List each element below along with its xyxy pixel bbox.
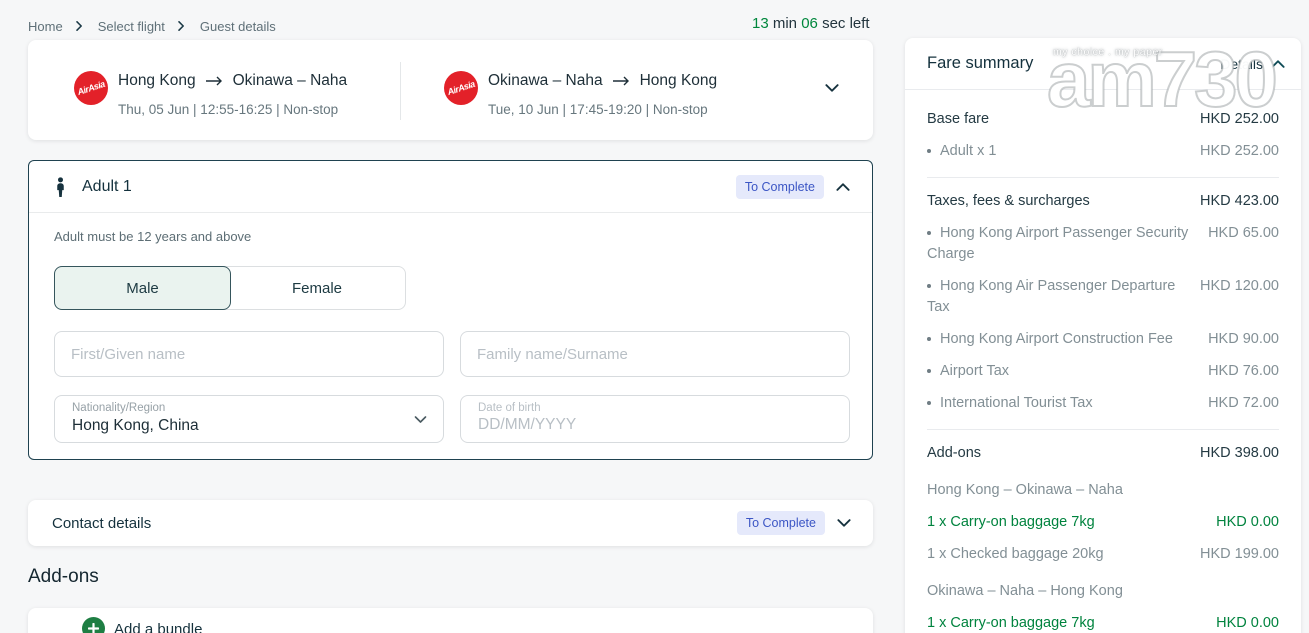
flight-segment-return: AirAsia Okinawa – Naha Hong Kong Tue, 10… [444, 40, 784, 140]
timer-min-label: min [773, 15, 797, 32]
divider [927, 177, 1279, 178]
age-requirement-note: Adult must be 12 years and above [54, 229, 251, 244]
origin-city: Hong Kong [118, 72, 196, 90]
fare-line-item: Adult x 1 HKD 252.00 [927, 141, 1279, 162]
fare-line-item: Hong Kong Airport Passenger Security Cha… [927, 223, 1279, 265]
timer-sec-label: sec left [822, 15, 870, 32]
male-button[interactable]: Male [54, 266, 231, 310]
chevron-down-icon [414, 416, 427, 424]
dob-label: Date of birth [478, 402, 541, 414]
flight-details: Thu, 05 Jun | 12:55-16:25 | Non-stop [118, 102, 338, 117]
fare-line-item: Hong Kong Air Passenger Departure Tax HK… [927, 276, 1279, 318]
family-name-input[interactable] [460, 331, 850, 377]
dob-input[interactable] [478, 416, 818, 434]
fare-line-item: Hong Kong Airport Construction Fee HKD 9… [927, 329, 1279, 350]
fare-summary-card: Fare summary Details am730 my choice . m… [905, 38, 1301, 633]
route-label: Hong Kong – Okinawa – Naha [927, 482, 1279, 498]
person-icon [53, 177, 68, 197]
guest-form-card: Adult 1 To Complete Adult must be 12 yea… [28, 160, 873, 460]
taxes-row: Taxes, fees & surcharges HKD 423.00 [927, 191, 1279, 212]
timer-seconds: 06 [801, 15, 818, 32]
destination-city: Hong Kong [640, 72, 718, 90]
countdown-timer: 13 min 06 sec left [752, 15, 870, 32]
section-title: Adult 1 [82, 178, 132, 196]
fare-details-toggle-label: Details [1220, 56, 1263, 72]
flight-summary-card[interactable]: AirAsia Hong Kong Okinawa – Naha Thu, 05… [28, 40, 873, 140]
fare-line-item: International Tourist Tax HKD 72.00 [927, 393, 1279, 414]
fare-line-item: 1 x Carry-on baggage 7kg HKD 0.00 [927, 512, 1279, 533]
breadcrumb: Home Select flight Guest details [28, 19, 276, 34]
divider [927, 429, 1279, 430]
flight-segment-outbound: AirAsia Hong Kong Okinawa – Naha Thu, 05… [74, 40, 404, 140]
chevron-down-icon[interactable] [837, 519, 851, 528]
fare-summary-header: Fare summary Details am730 my choice . m… [905, 38, 1301, 90]
segment-divider [400, 62, 401, 120]
addon-bundle-card[interactable]: Add a bundle [28, 608, 873, 633]
breadcrumb-home[interactable]: Home [28, 19, 63, 34]
destination-city: Okinawa – Naha [233, 72, 348, 90]
flight-route: Okinawa – Naha Hong Kong [488, 72, 717, 90]
chevron-up-icon[interactable] [1271, 59, 1285, 68]
breadcrumb-guest-details: Guest details [200, 19, 276, 34]
breadcrumb-separator-icon [76, 22, 85, 31]
section-title: Contact details [52, 515, 151, 532]
status-badge: To Complete [737, 511, 825, 535]
fare-summary-body: Base fare HKD 252.00 Adult x 1 HKD 252.0… [905, 90, 1301, 633]
chevron-up-icon[interactable] [836, 182, 850, 191]
arrow-right-icon [613, 76, 630, 86]
watermark-tagline: my choice . my paper [1053, 46, 1163, 58]
fare-line-item: Airport Tax HKD 76.00 [927, 361, 1279, 382]
arrow-right-icon [206, 76, 223, 86]
origin-city: Okinawa – Naha [488, 72, 603, 90]
adult1-section-header[interactable]: Adult 1 To Complete [29, 161, 872, 213]
fare-line-item: 1 x Carry-on baggage 7kg HKD 0.00 [927, 613, 1279, 633]
breadcrumb-select-flight[interactable]: Select flight [98, 19, 165, 34]
chevron-down-icon[interactable] [825, 84, 839, 93]
nationality-value: Hong Kong, China [72, 417, 199, 435]
fare-line-item: 1 x Checked baggage 20kg HKD 199.00 [927, 544, 1279, 565]
flight-details: Tue, 10 Jun | 17:45-19:20 | Non-stop [488, 102, 708, 117]
contact-details-card[interactable]: Contact details To Complete [28, 500, 873, 546]
nationality-select[interactable]: Nationality/Region Hong Kong, China [54, 395, 444, 443]
addons-heading: Add-ons [28, 566, 99, 588]
breadcrumb-separator-icon [178, 22, 187, 31]
contact-section-header[interactable]: Contact details To Complete [28, 500, 873, 546]
status-badge: To Complete [736, 175, 824, 199]
fare-details-toggle[interactable]: Details [1220, 56, 1285, 72]
nationality-label: Nationality/Region [72, 402, 165, 414]
addons-total-row: Add-ons HKD 398.00 [927, 443, 1279, 464]
gender-toggle: Female Male [54, 266, 406, 310]
airasia-logo-icon: AirAsia [74, 71, 108, 105]
plus-circle-icon [82, 617, 105, 633]
first-name-input[interactable] [54, 331, 444, 377]
date-of-birth-field: Date of birth [460, 395, 850, 443]
airasia-logo-icon: AirAsia [444, 71, 478, 105]
fare-summary-title: Fare summary [927, 54, 1033, 73]
flight-route: Hong Kong Okinawa – Naha [118, 72, 347, 90]
timer-minutes: 13 [752, 15, 769, 32]
addon-bundle-label: Add a bundle [114, 621, 202, 633]
route-label: Okinawa – Naha – Hong Kong [927, 583, 1279, 599]
base-fare-row: Base fare HKD 252.00 [927, 109, 1279, 130]
